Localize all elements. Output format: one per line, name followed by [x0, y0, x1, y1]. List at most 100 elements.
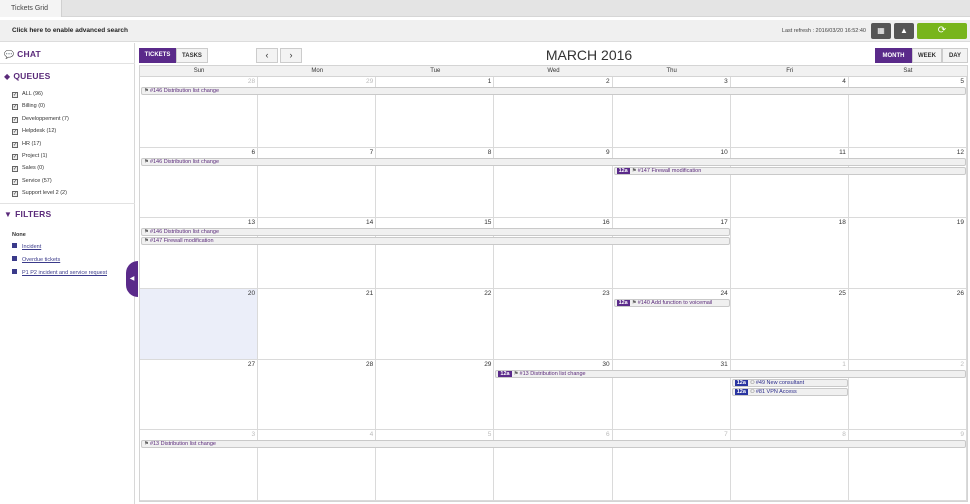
day-number: 15 — [484, 219, 492, 227]
day-cell[interactable]: 21 — [258, 289, 377, 360]
ticket-event[interactable]: ⚑#146 Distribution list change — [141, 228, 730, 237]
queue-checkbox[interactable]: ✓ — [12, 104, 18, 111]
advanced-search-link[interactable]: Click here to enable advanced search — [12, 20, 128, 42]
event-label: #147 Firewall modification — [149, 238, 214, 245]
ticket-event[interactable]: ⚑#13 Distribution list change — [141, 440, 966, 449]
filter-link[interactable]: P1 P2 incident and service request — [12, 269, 107, 276]
day-number: 4 — [369, 431, 374, 439]
ticket-icon: ⚑ — [513, 370, 519, 377]
day-view-button[interactable]: DAY — [942, 48, 968, 63]
day-cell[interactable]: 22 — [376, 289, 495, 360]
filter-link[interactable]: Overdue tickets — [12, 256, 60, 263]
ticket-event[interactable]: 12a ⚇#49 New consultant — [731, 378, 848, 387]
queue-item[interactable]: ✓ Service (57) — [12, 177, 52, 187]
queue-checkbox[interactable]: ✓ — [12, 191, 18, 198]
tasks-toggle[interactable]: TASKS — [176, 48, 208, 63]
filter-bullet-icon — [12, 256, 17, 261]
chevron-left-icon: ◀ — [129, 276, 135, 282]
queue-item[interactable]: ✓ HR (17) — [12, 140, 41, 150]
day-number: 31 — [720, 360, 728, 368]
chat-header[interactable]: 💬 CHAT — [4, 49, 41, 59]
ticket-icon: ⚑ — [631, 167, 637, 174]
day-number: 8 — [842, 431, 846, 439]
day-of-week-header: Sat — [848, 66, 967, 77]
filter-icon: ▼ — [4, 210, 13, 219]
queue-item[interactable]: ✓ Sales (0) — [12, 164, 44, 174]
event-label: #146 Distribution list change — [149, 158, 220, 165]
queue-label: ALL (96) — [22, 91, 43, 97]
day-cell[interactable]: 18 — [730, 218, 849, 289]
queue-item[interactable]: ✓ Developpement (7) — [12, 115, 69, 125]
queue-checkbox[interactable]: ✓ — [12, 154, 18, 160]
collapse-sidebar-button[interactable]: ◀ — [126, 261, 138, 297]
export-button[interactable]: ▲ — [894, 23, 914, 39]
ticket-event[interactable]: 12a ⚇#81 VPN Access — [731, 387, 848, 396]
day-number: 18 — [838, 219, 846, 227]
day-number: 8 — [487, 148, 492, 156]
people-icon: ⚇ — [749, 379, 755, 386]
day-number: 29 — [366, 78, 374, 85]
event-label: #13 Distribution list change — [519, 370, 586, 377]
day-cell[interactable]: 29 — [376, 359, 495, 431]
day-cell[interactable]: 20 — [140, 289, 259, 360]
day-of-week-header: Thu — [612, 66, 731, 77]
prev-month-button[interactable]: ‹ — [256, 48, 278, 63]
ticket-event[interactable]: ⚑#146 Distribution list change — [141, 87, 966, 95]
queue-checkbox[interactable]: ✓ — [12, 92, 18, 98]
day-number: 28 — [366, 360, 374, 368]
day-cell[interactable]: 19 — [848, 218, 967, 289]
filters-label: FILTERS — [15, 209, 52, 219]
divider — [0, 203, 135, 204]
day-number: 24 — [720, 290, 728, 297]
ticket-event[interactable]: 12a ⚑#13 Distribution list change — [495, 369, 966, 378]
day-cell[interactable]: 27 — [140, 359, 259, 431]
day-number: 19 — [956, 219, 964, 227]
queues-label: QUEUES — [13, 71, 51, 81]
filter-bullet-icon — [12, 269, 17, 274]
day-number: 22 — [484, 290, 492, 297]
month-view-button[interactable]: MONTH — [875, 48, 912, 63]
day-cell[interactable]: 28 — [258, 359, 377, 431]
filter-label: Incident — [22, 244, 42, 250]
day-number: 10 — [720, 148, 728, 156]
refresh-button[interactable]: ⟳ — [917, 23, 967, 39]
queue-checkbox[interactable]: ✓ — [12, 116, 18, 123]
day-of-week-header: Tue — [376, 66, 495, 77]
last-refresh-text: Last refresh : 2016/03/20 16:52:40 — [781, 28, 866, 34]
chevron-left-icon: ‹ — [265, 50, 269, 60]
queue-label: Billing (0) — [22, 103, 45, 110]
queue-item[interactable]: ✓ Billing (0) — [12, 102, 45, 112]
next-month-button[interactable]: › — [280, 48, 302, 63]
day-number: 28 — [247, 78, 256, 85]
day-number: 4 — [842, 78, 846, 85]
week-view-button[interactable]: WEEK — [912, 48, 942, 63]
queue-item[interactable]: ✓ Helpdesk (12) — [12, 127, 56, 137]
event-time-badge: 12a — [734, 379, 748, 386]
ticket-event[interactable]: ⚑#146 Distribution list change — [141, 157, 966, 166]
queue-checkbox[interactable]: ✓ — [12, 141, 18, 148]
day-number: 7 — [369, 148, 374, 156]
queue-label: Helpdesk (12) — [22, 128, 57, 135]
ticket-event[interactable]: 12a ⚑#140 Add function to voicemail — [613, 299, 730, 307]
divider — [0, 63, 135, 64]
day-cell[interactable]: 23 — [494, 289, 613, 360]
tab-tickets-grid[interactable]: Tickets Grid — [0, 0, 62, 17]
queues-header: ◆ QUEUES — [4, 71, 50, 81]
toolbar: Click here to enable advanced search Las… — [0, 20, 970, 42]
queue-checkbox[interactable]: ✓ — [12, 129, 18, 136]
day-number: 1 — [842, 360, 846, 368]
ticket-event[interactable]: ⚑#147 Firewall modification — [141, 237, 730, 246]
queue-item[interactable]: ✓ ALL (96) — [12, 90, 43, 100]
tickets-toggle[interactable]: TICKETS — [139, 48, 176, 63]
queue-item[interactable]: ✓ Project (1) — [12, 152, 47, 162]
day-cell[interactable]: 25 — [730, 289, 849, 360]
filter-link[interactable]: Incident — [12, 243, 41, 250]
queue-item[interactable]: ✓ Support level 2 (2) — [12, 189, 67, 199]
ticket-event[interactable]: 12a ⚑#147 Firewall modification — [613, 166, 966, 175]
queue-label: Service (57) — [22, 177, 52, 184]
queue-checkbox[interactable]: ✓ — [12, 166, 18, 173]
queue-checkbox[interactable]: ✓ — [12, 178, 18, 185]
filters-header: ▼ FILTERS — [4, 209, 51, 219]
calendar-button[interactable]: ▦ — [871, 23, 891, 39]
day-cell[interactable]: 26 — [848, 289, 967, 360]
